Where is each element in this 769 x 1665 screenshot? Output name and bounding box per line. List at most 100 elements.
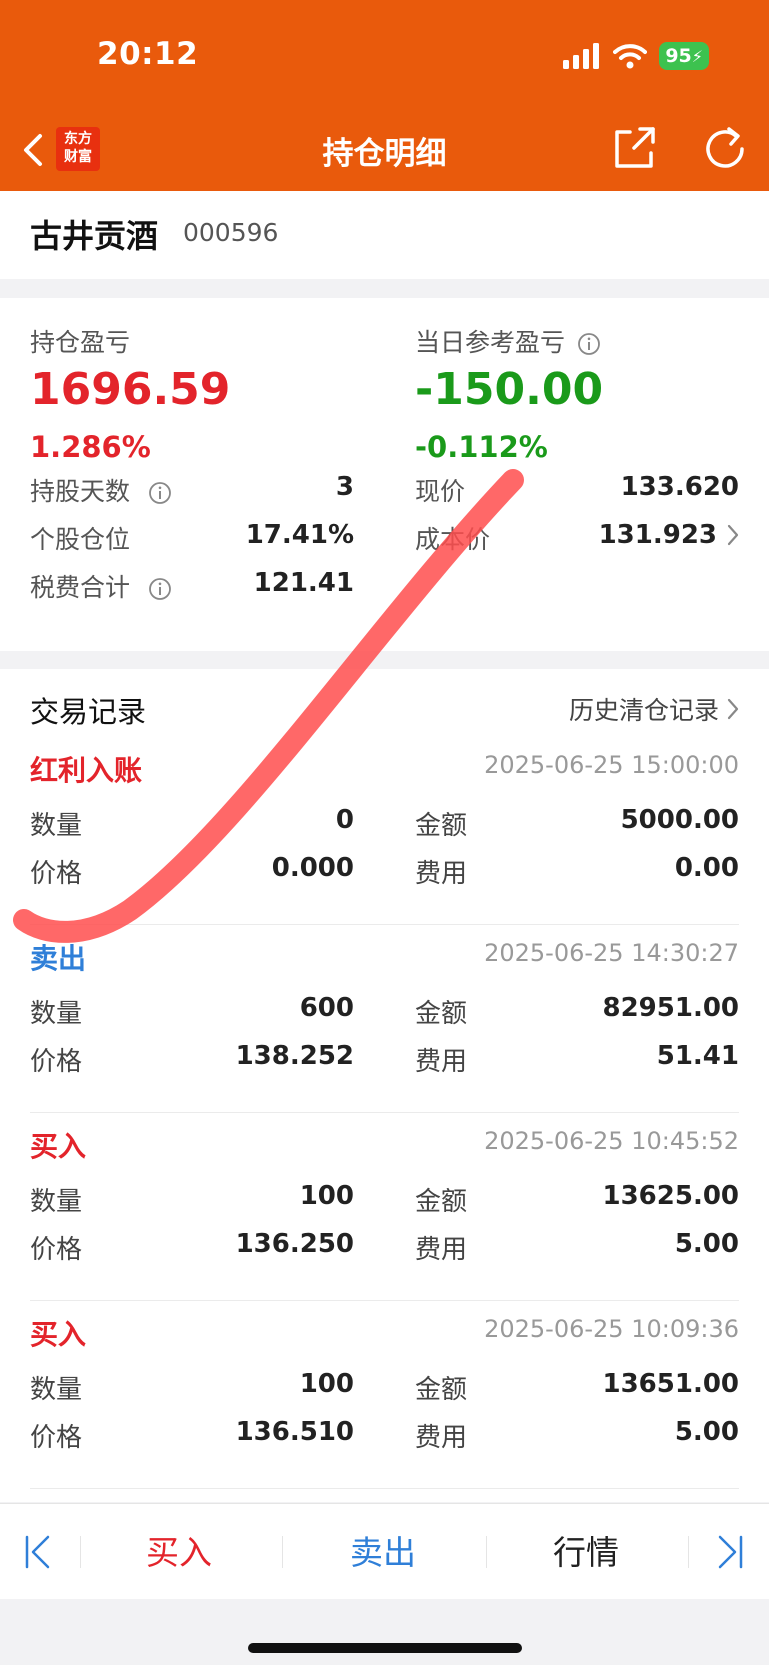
position-weight-value: 17.41% [245, 520, 354, 550]
trade-type: 红利入账 [30, 754, 143, 787]
buy-button[interactable]: 买入 [146, 1526, 212, 1574]
trade-time: 2025-06-25 10:09:36 [484, 1315, 739, 1343]
qty-label: 数量 [30, 1187, 83, 1217]
chevron-right-icon [727, 524, 739, 546]
amount-value: 13625.00 [602, 1181, 739, 1211]
daily-pnl-label-group: 当日参考盈亏 [415, 323, 601, 359]
fee-value: 5.00 [674, 1417, 739, 1447]
separator [486, 1536, 487, 1568]
home-indicator-area [0, 1599, 769, 1665]
current-price-value: 133.620 [620, 472, 739, 502]
holding-days-label-group: 持股天数 [30, 472, 172, 508]
cellular-signal-icon [563, 43, 600, 69]
amount-label: 金额 [415, 811, 468, 841]
amount-value: 82951.00 [602, 993, 739, 1023]
home-indicator[interactable] [248, 1643, 522, 1653]
separator [282, 1536, 283, 1568]
last-page-icon[interactable] [716, 1534, 744, 1570]
battery-icon: 95⚡ [659, 42, 709, 70]
fee-label: 费用 [415, 1235, 468, 1265]
trade-type: 买入 [30, 1130, 87, 1163]
price-label: 价格 [30, 1235, 83, 1265]
fee-label: 费用 [415, 1047, 468, 1077]
status-time: 20:12 [97, 36, 199, 72]
refresh-icon[interactable] [702, 126, 748, 172]
bottom-action-bar: 买入 卖出 行情 [0, 1503, 769, 1599]
position-pnl-value: 1696.59 [30, 364, 231, 415]
daily-pnl-percent: -0.112% [415, 430, 548, 464]
fees-total-label: 税费合计 [30, 573, 131, 602]
trade-records: 交易记录 历史清仓记录 红利入账 2025-06-25 15:00:00 数量 … [0, 669, 769, 1502]
trade-time: 2025-06-25 14:30:27 [484, 939, 739, 967]
amount-label: 金额 [415, 1375, 468, 1405]
nav-bar: 东方 财富 持仓明细 [0, 110, 769, 190]
fee-value: 5.00 [674, 1229, 739, 1259]
qty-value: 600 [299, 993, 354, 1023]
stock-name: 古井贡酒 [30, 217, 159, 255]
history-clear-link[interactable]: 历史清仓记录 [569, 691, 739, 727]
trade-records-title: 交易记录 [30, 695, 147, 729]
position-pnl-percent: 1.286% [30, 430, 151, 464]
trade-type: 卖出 [30, 942, 87, 975]
info-icon[interactable] [577, 332, 601, 356]
trade-time: 2025-06-25 15:00:00 [484, 751, 739, 779]
amount-label: 金额 [415, 1187, 468, 1217]
fee-label: 费用 [415, 859, 468, 889]
first-page-icon[interactable] [24, 1534, 52, 1570]
divider [30, 1488, 739, 1489]
fee-value: 0.00 [674, 853, 739, 883]
qty-label: 数量 [30, 999, 83, 1029]
fee-label: 费用 [415, 1423, 468, 1453]
trade-record[interactable]: 卖出 2025-06-25 14:30:27 数量 600 金额 82951.0… [0, 925, 769, 1113]
daily-pnl-value: -150.00 [415, 364, 604, 415]
price-value: 0.000 [271, 853, 354, 883]
fees-total-value: 121.41 [253, 568, 354, 598]
stock-code: 000596 [183, 218, 279, 247]
info-icon[interactable] [148, 577, 172, 601]
qty-label: 数量 [30, 1375, 83, 1405]
market-button[interactable]: 行情 [553, 1526, 619, 1574]
price-value: 138.252 [235, 1041, 354, 1071]
history-clear-label: 历史清仓记录 [568, 696, 719, 725]
cost-price-label: 成本价 [415, 525, 491, 554]
holding-days-label: 持股天数 [30, 477, 131, 506]
cost-price-link[interactable]: 131.923 [599, 520, 739, 550]
chevron-right-icon [727, 698, 739, 720]
trade-type: 买入 [30, 1318, 87, 1351]
trade-record[interactable]: 买入 2025-06-25 10:45:52 数量 100 金额 13625.0… [0, 1113, 769, 1301]
price-value: 136.250 [235, 1229, 354, 1259]
current-price-label: 现价 [415, 477, 466, 506]
position-weight-label: 个股仓位 [30, 525, 131, 554]
separator [688, 1536, 689, 1568]
amount-label: 金额 [415, 999, 468, 1029]
status-icons: 95⚡ [563, 40, 709, 72]
battery-level: 95 [665, 45, 692, 67]
qty-value: 100 [299, 1369, 354, 1399]
separator [80, 1536, 81, 1568]
qty-label: 数量 [30, 811, 83, 841]
qty-value: 100 [299, 1181, 354, 1211]
price-label: 价格 [30, 859, 83, 889]
app-header: 20:12 95⚡ 东方 财富 持仓明细 [0, 0, 769, 191]
price-label: 价格 [30, 1047, 83, 1077]
cost-price-value: 131.923 [598, 520, 717, 550]
trade-time: 2025-06-25 10:45:52 [484, 1127, 739, 1155]
fee-value: 51.41 [656, 1041, 739, 1071]
info-icon[interactable] [148, 481, 172, 505]
sell-button[interactable]: 卖出 [350, 1526, 416, 1574]
trade-record[interactable]: 红利入账 2025-06-25 15:00:00 数量 0 金额 5000.00… [0, 737, 769, 925]
fees-total-label-group: 税费合计 [30, 568, 172, 604]
position-pnl-label: 持仓盈亏 [30, 328, 131, 357]
price-label: 价格 [30, 1423, 83, 1453]
price-value: 136.510 [235, 1417, 354, 1447]
holding-days-value: 3 [335, 472, 354, 502]
daily-pnl-label: 当日参考盈亏 [415, 328, 566, 357]
pnl-card: 持仓盈亏 1696.59 1.286% 当日参考盈亏 -150.00 -0.11… [0, 298, 769, 651]
stock-info: 古井贡酒 000596 [0, 191, 769, 279]
trade-record[interactable]: 买入 2025-06-25 10:09:36 数量 100 金额 13651.0… [0, 1301, 769, 1489]
wifi-icon [613, 44, 648, 69]
amount-value: 5000.00 [620, 805, 739, 835]
amount-value: 13651.00 [602, 1369, 739, 1399]
share-icon[interactable] [612, 126, 656, 170]
qty-value: 0 [335, 805, 354, 835]
